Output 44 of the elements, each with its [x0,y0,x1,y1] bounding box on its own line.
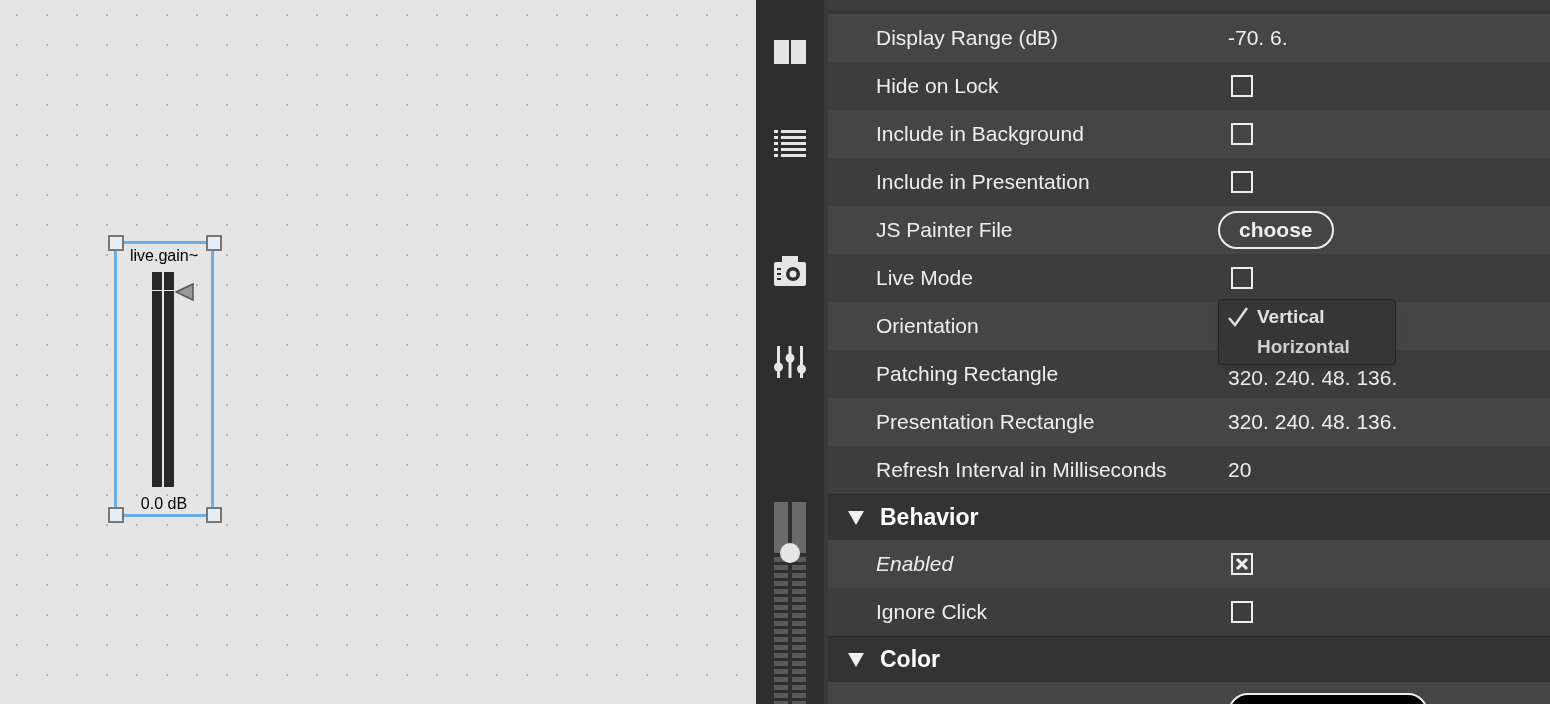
resize-handle[interactable] [206,507,222,523]
choose-button[interactable]: choose [1218,211,1334,249]
cross-icon [1235,557,1249,571]
property-label: Include in Background [876,121,1085,148]
checkbox[interactable] [1231,267,1253,289]
property-value[interactable]: 320. 240. 48. 136. [1228,366,1398,390]
property-label: Ignore Click [876,599,988,626]
property-label: JS Painter File [876,217,1014,244]
camera-icon[interactable] [774,254,806,288]
property-label: Presentation Rectangle [876,409,1096,436]
checkbox[interactable] [1231,553,1253,575]
gain-object[interactable]: live.gain~ 0.0 dB [114,241,214,517]
resize-handle[interactable] [108,235,124,251]
triangle-down-icon[interactable] [848,652,864,667]
checkmark-icon [1227,306,1249,328]
section-title: Behavior [880,503,979,533]
property-label: Include in Presentation [876,169,1091,196]
section-title: Color [880,645,941,675]
sliders-icon[interactable] [774,346,806,378]
split-view-icon[interactable] [774,40,806,64]
slider-thumb[interactable] [780,543,800,563]
property-label: Patching Rectangle [876,361,1060,388]
property-value[interactable]: 20 [1228,458,1252,482]
triangle-down-icon[interactable] [848,510,864,525]
gain-readout: 0.0 dB [139,494,189,514]
list-icon[interactable] [774,130,806,160]
property-label: Enabled [876,551,955,578]
menu-item[interactable]: Vertical [1219,302,1395,332]
property-value[interactable]: 320. 240. 48. 136. [1228,410,1398,434]
property-label: Live Mode [876,265,974,292]
property-value[interactable]: -70. 6. [1228,26,1288,50]
property-label: Hide on Lock [876,73,1000,100]
object-title: live.gain~ [128,246,199,266]
property-label: Orientation [876,313,980,340]
checkbox[interactable] [1231,601,1253,623]
pointer-icon[interactable] [175,282,195,302]
resize-handle[interactable] [108,507,124,523]
checkbox[interactable] [1231,171,1253,193]
property-label: Refresh Interval in Milliseconds [876,457,1168,484]
menu-item[interactable]: Horizontal [1219,332,1395,362]
property-label: Display Range (dB) [876,25,1060,52]
checkbox[interactable] [1231,75,1253,97]
checkbox[interactable] [1231,123,1253,145]
resize-handle[interactable] [206,235,222,251]
